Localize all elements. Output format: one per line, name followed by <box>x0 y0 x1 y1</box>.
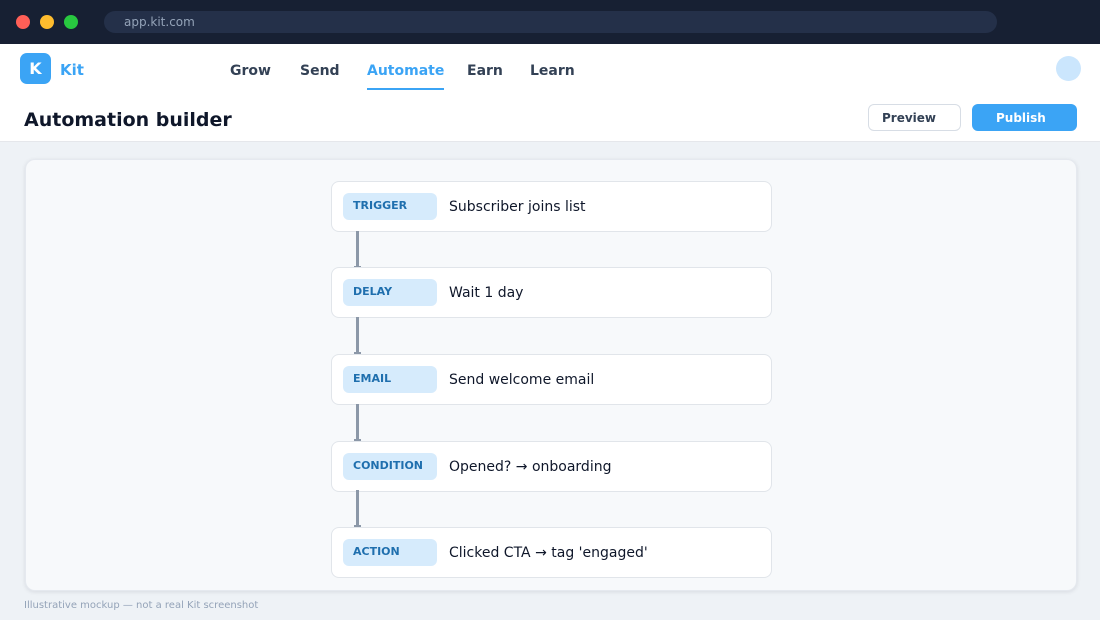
nav-item-earn[interactable]: Earn <box>467 63 503 90</box>
nav-item-grow[interactable]: Grow <box>230 63 271 90</box>
connector-arrow <box>354 231 361 269</box>
step-node-email[interactable]: EMAIL Send welcome email <box>331 354 772 405</box>
page-title: Automation builder <box>24 109 232 131</box>
step-type-badge: EMAIL <box>343 366 437 393</box>
step-label: Clicked CTA → tag 'engaged' <box>449 545 648 561</box>
minimize-window-dot[interactable] <box>40 15 54 29</box>
publish-button[interactable]: Publish <box>972 104 1077 131</box>
step-node-trigger[interactable]: TRIGGER Subscriber joins list <box>331 181 772 232</box>
step-label: Subscriber joins list <box>449 199 586 215</box>
step-label: Send welcome email <box>449 372 595 388</box>
step-type-badge: CONDITION <box>343 453 437 480</box>
step-label: Opened? → onboarding <box>449 459 612 475</box>
nav-item-learn[interactable]: Learn <box>530 63 575 90</box>
connector-arrow <box>354 404 361 442</box>
close-window-dot[interactable] <box>16 15 30 29</box>
step-type-badge: DELAY <box>343 279 437 306</box>
automation-canvas: TRIGGER Subscriber joins list DELAY Wait… <box>25 159 1077 591</box>
address-bar[interactable]: app.kit.com <box>104 11 997 33</box>
step-node-delay[interactable]: DELAY Wait 1 day <box>331 267 772 318</box>
user-avatar[interactable] <box>1056 56 1081 81</box>
browser-chrome: app.kit.com <box>0 0 1100 44</box>
disclaimer-text: Illustrative mockup — not a real Kit scr… <box>24 600 259 611</box>
logo-text[interactable]: Kit <box>60 61 84 79</box>
step-node-condition[interactable]: CONDITION Opened? → onboarding <box>331 441 772 492</box>
step-type-badge: TRIGGER <box>343 193 437 220</box>
step-node-action[interactable]: ACTION Clicked CTA → tag 'engaged' <box>331 527 772 578</box>
connector-arrow <box>354 317 361 355</box>
kit-logo-icon[interactable]: K <box>20 53 51 84</box>
nav-item-send[interactable]: Send <box>300 63 340 90</box>
step-type-badge: ACTION <box>343 539 437 566</box>
connector-arrow <box>354 490 361 528</box>
maximize-window-dot[interactable] <box>64 15 78 29</box>
step-label: Wait 1 day <box>449 285 524 301</box>
app-header: K Kit Grow Send Automate Earn Learn Auto… <box>0 44 1100 142</box>
nav-item-automate[interactable]: Automate <box>367 63 445 90</box>
preview-button[interactable]: Preview <box>868 104 961 131</box>
